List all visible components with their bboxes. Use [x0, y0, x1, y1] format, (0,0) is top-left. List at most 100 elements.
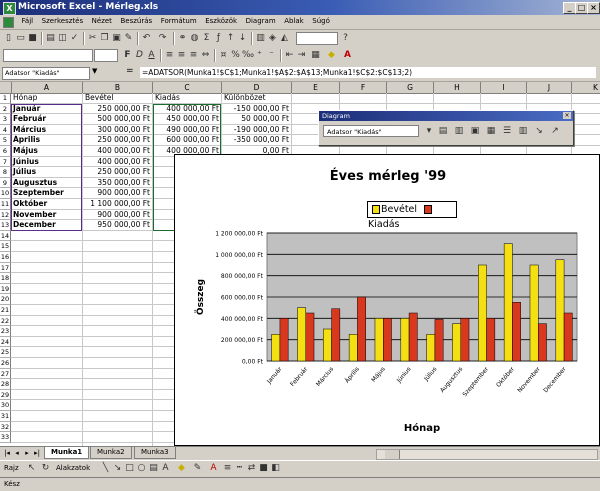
row-header-14[interactable]: 14: [0, 230, 11, 242]
drawing-icon[interactable]: ◭: [279, 33, 290, 44]
web-toolbar-icon[interactable]: ◍: [189, 33, 200, 44]
autoshapes-menu[interactable]: Alakzatok: [56, 464, 90, 472]
sheet-tab-munka2[interactable]: Munka2: [90, 447, 132, 459]
row-header-27[interactable]: 27: [0, 368, 11, 380]
sheet-tab-munka3[interactable]: Munka3: [134, 447, 176, 459]
font-color-icon[interactable]: A: [342, 50, 353, 61]
dash-style-icon[interactable]: ┅: [234, 463, 245, 474]
draw-font-color-icon[interactable]: A: [208, 463, 219, 474]
menu-help[interactable]: Súgó: [309, 15, 333, 25]
font-dropdown[interactable]: [3, 49, 93, 62]
column-header-j[interactable]: J: [527, 82, 572, 93]
column-header-k[interactable]: K: [572, 82, 600, 93]
chart-area[interactable]: 0,00 Ft 200 000,00 Ft 400 000,00 Ft 600 000…: [174, 154, 600, 446]
row-header-23[interactable]: 23: [0, 326, 11, 337]
draw-menu[interactable]: Rajz: [4, 464, 19, 472]
preview-icon[interactable]: ◫: [57, 33, 68, 44]
workbook-icon[interactable]: [3, 17, 14, 28]
autosum-icon[interactable]: Σ: [201, 33, 212, 44]
formula-input[interactable]: =ADATSOR(Munka1!$C$1;Munka1!$A$2:$A$13;M…: [140, 67, 596, 78]
prev-sheet-icon[interactable]: ◂: [13, 449, 21, 458]
text-box-icon[interactable]: ▤: [148, 463, 159, 474]
menu-tools[interactable]: Eszközök: [202, 15, 240, 25]
select-objects-icon[interactable]: ↖: [26, 463, 37, 474]
help-icon[interactable]: ?: [340, 33, 351, 44]
sort-ascending-icon[interactable]: ↑: [225, 33, 236, 44]
name-box-dropdown-icon[interactable]: ▼: [92, 67, 97, 75]
wordart-icon[interactable]: A: [160, 463, 171, 474]
row-header-28[interactable]: 28: [0, 379, 11, 390]
line-style-icon[interactable]: ≡: [222, 463, 233, 474]
increase-decimal-icon[interactable]: ⁺: [254, 50, 265, 61]
map-icon[interactable]: ◈: [267, 33, 278, 44]
row-header-26[interactable]: 26: [0, 358, 11, 369]
redo-icon[interactable]: ↷: [157, 33, 168, 44]
dropdown-arrow-icon[interactable]: ▾: [423, 126, 435, 137]
first-sheet-icon[interactable]: |◂: [3, 449, 11, 458]
row-header-7[interactable]: 7: [0, 156, 11, 168]
open-icon[interactable]: ▭: [15, 33, 26, 44]
row-header-16[interactable]: 16: [0, 252, 11, 263]
by-column-icon[interactable]: ▥: [517, 126, 529, 137]
line-color-icon[interactable]: ✎: [192, 463, 203, 474]
hyperlink-icon[interactable]: ⚭: [177, 33, 188, 44]
decrease-indent-icon[interactable]: ⇤: [284, 50, 295, 61]
row-header-22[interactable]: 22: [0, 315, 11, 327]
row-header-32[interactable]: 32: [0, 421, 11, 433]
menu-window[interactable]: Ablak: [281, 15, 307, 25]
data-table-icon[interactable]: ▦: [485, 126, 497, 137]
format-painter-icon[interactable]: ✎: [123, 33, 134, 44]
new-icon[interactable]: ▯: [3, 33, 14, 44]
formula-equals[interactable]: =: [126, 66, 134, 76]
underline-icon[interactable]: A: [146, 50, 157, 61]
function-icon[interactable]: ƒ: [213, 33, 224, 44]
row-header-20[interactable]: 20: [0, 294, 11, 305]
merge-center-icon[interactable]: ⇔: [200, 50, 211, 61]
row-header-6[interactable]: 6: [0, 146, 11, 157]
by-row-icon[interactable]: ☰: [501, 126, 513, 137]
row-header-13[interactable]: 13: [0, 220, 11, 231]
chart-wizard-icon[interactable]: ▥: [255, 33, 266, 44]
zoom-dropdown[interactable]: [296, 32, 338, 45]
column-header-h[interactable]: H: [434, 82, 481, 93]
fill-color-icon[interactable]: ◆: [326, 50, 337, 61]
print-icon[interactable]: ▤: [45, 33, 56, 44]
row-header-18[interactable]: 18: [0, 273, 11, 284]
column-header-d[interactable]: D: [222, 82, 292, 93]
row-header-24[interactable]: 24: [0, 336, 11, 348]
draw-fill-color-icon[interactable]: ◆: [176, 463, 187, 474]
font-size-dropdown[interactable]: [94, 49, 118, 62]
menu-edit[interactable]: Szerkesztés: [39, 15, 86, 25]
column-header-b[interactable]: B: [83, 82, 153, 93]
name-box[interactable]: Adatsor "Kiadás": [2, 67, 90, 80]
chart-type-icon[interactable]: ▥: [453, 126, 465, 137]
row-header-5[interactable]: 5: [0, 135, 11, 146]
row-header-8[interactable]: 8: [0, 167, 11, 178]
oval-icon[interactable]: ○: [136, 463, 147, 474]
copy-icon[interactable]: ❐: [99, 33, 110, 44]
spelling-icon[interactable]: ✓: [69, 33, 80, 44]
row-header-21[interactable]: 21: [0, 305, 11, 316]
percent-icon[interactable]: %: [230, 50, 241, 61]
angle-text-down-icon[interactable]: ↘: [533, 126, 545, 137]
row-header-12[interactable]: 12: [0, 209, 11, 221]
increase-indent-icon[interactable]: ⇥: [296, 50, 307, 61]
shadow-icon[interactable]: ■: [258, 463, 269, 474]
horizontal-scrollbar[interactable]: [376, 449, 598, 460]
chart-toolbar-close-button[interactable]: ×: [563, 112, 571, 119]
row-header-15[interactable]: 15: [0, 241, 11, 252]
last-sheet-icon[interactable]: ▸|: [33, 449, 41, 458]
column-header-e[interactable]: E: [292, 82, 340, 93]
menu-file[interactable]: Fájl: [19, 15, 37, 25]
row-header-31[interactable]: 31: [0, 411, 11, 422]
close-button[interactable]: ×: [587, 2, 600, 14]
menu-format[interactable]: Formátum: [158, 15, 200, 25]
menu-insert[interactable]: Beszúrás: [117, 15, 155, 25]
menu-view[interactable]: Nézet: [89, 15, 115, 25]
menu-chart[interactable]: Diagram: [243, 15, 279, 25]
3d-icon[interactable]: ◧: [270, 463, 281, 474]
row-header-33[interactable]: 33: [0, 432, 11, 443]
column-header-f[interactable]: F: [340, 82, 387, 93]
align-left-icon[interactable]: ≡: [164, 50, 175, 61]
column-header-i[interactable]: I: [481, 82, 527, 93]
